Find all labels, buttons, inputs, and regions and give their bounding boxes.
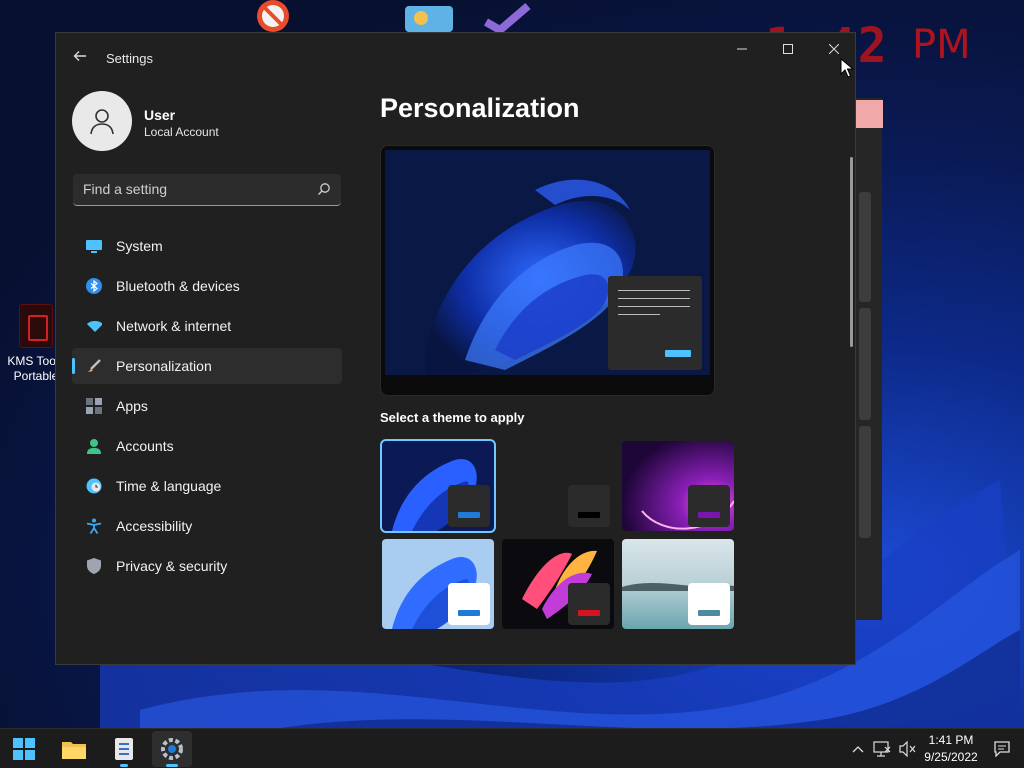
sidebar-item-apps[interactable]: Apps [72, 388, 342, 424]
globe-clock-icon [86, 478, 102, 494]
window-title: Settings [106, 51, 153, 66]
sidebar-item-personalization[interactable]: Personalization [72, 348, 342, 384]
notepad-button[interactable] [104, 731, 144, 767]
user-account-type: Local Account [144, 125, 219, 139]
background-window-panel [859, 192, 871, 302]
bluetooth-icon [86, 278, 102, 294]
search-icon[interactable] [317, 182, 331, 196]
search-input[interactable] [73, 174, 303, 204]
sidebar-item-accounts[interactable]: Accounts [72, 428, 342, 464]
sidebar-item-time-language[interactable]: Time & language [72, 468, 342, 504]
volume-muted-icon [899, 741, 916, 757]
brush-icon [86, 358, 102, 374]
chevron-up-icon [852, 746, 864, 753]
desktop-icon-blocked[interactable] [250, 0, 296, 32]
user-icon [90, 109, 114, 135]
sidebar-item-privacy[interactable]: Privacy & security [72, 548, 342, 584]
tray-overflow-button[interactable] [850, 739, 866, 759]
theme-preview [380, 145, 715, 396]
desktop-icon-app[interactable] [405, 0, 453, 32]
accessibility-icon [86, 518, 102, 534]
sidebar-item-label: System [116, 238, 163, 254]
start-icon [13, 738, 35, 760]
avatar [72, 91, 132, 151]
taskbar-time: 1:41 PM [928, 733, 974, 747]
wifi-icon [86, 318, 102, 334]
maximize-icon [783, 44, 793, 54]
preview-dialog-button [665, 350, 691, 357]
volume-tray-button[interactable] [898, 739, 918, 759]
notepad-icon [115, 738, 133, 760]
start-button[interactable] [4, 731, 44, 767]
kms-tools-icon [19, 304, 53, 348]
apps-icon [86, 398, 102, 414]
network-icon [873, 741, 891, 757]
theme-section-heading: Select a theme to apply [380, 410, 525, 425]
sidebar-item-label: Network & internet [116, 318, 232, 334]
network-tray-button[interactable] [872, 739, 892, 759]
user-name: User [144, 107, 176, 123]
notification-icon [994, 741, 1010, 757]
background-window-panel [859, 426, 871, 538]
desktop-clock-pm: PM [912, 22, 971, 68]
sidebar-item-label: Privacy & security [116, 558, 228, 574]
settings-icon [161, 738, 183, 760]
minimize-button[interactable] [719, 33, 765, 65]
background-window-panel [859, 308, 871, 420]
sidebar-nav: System Bluetooth & devices Network & int… [72, 228, 342, 588]
sidebar-item-label: Accessibility [116, 518, 193, 534]
sidebar-item-label: Accounts [116, 438, 174, 454]
mouse-cursor-icon [840, 58, 854, 78]
theme-card-windows-light-dark[interactable] [502, 441, 614, 531]
title-bar[interactable]: Settings [56, 33, 855, 83]
taskbar-clock[interactable]: 1:41 PM 9/25/2022 [920, 732, 982, 766]
theme-card-captured-motion[interactable] [502, 539, 614, 629]
preview-wallpaper [385, 150, 710, 375]
file-explorer-button[interactable] [54, 731, 94, 767]
theme-card-windows-dark[interactable] [380, 439, 496, 533]
back-arrow-icon [73, 51, 86, 61]
theme-accent-chip [448, 583, 490, 625]
sidebar-item-accessibility[interactable]: Accessibility [72, 508, 342, 544]
back-button[interactable] [70, 49, 90, 69]
desktop-icon-check[interactable] [480, 0, 532, 35]
file-explorer-icon [62, 742, 86, 759]
monitor-icon [86, 238, 102, 254]
sidebar-item-network[interactable]: Network & internet [72, 308, 342, 344]
search-box[interactable] [73, 174, 341, 206]
theme-card-sunrise[interactable] [622, 539, 734, 629]
minimize-icon [737, 48, 747, 50]
sidebar-item-label: Personalization [116, 358, 212, 374]
theme-card-glow[interactable] [622, 441, 734, 531]
theme-card-windows-light[interactable] [382, 539, 494, 629]
sidebar-item-system[interactable]: System [72, 228, 342, 264]
theme-accent-chip [688, 485, 730, 527]
sidebar-item-bluetooth[interactable]: Bluetooth & devices [72, 268, 342, 304]
settings-taskbar-button[interactable] [152, 731, 192, 767]
person-icon [86, 438, 102, 454]
taskbar-date: 9/25/2022 [924, 750, 978, 764]
notification-button[interactable] [992, 739, 1012, 759]
close-icon [829, 44, 839, 54]
maximize-button[interactable] [765, 33, 811, 65]
sidebar-item-label: Bluetooth & devices [116, 278, 240, 294]
content-scrollbar[interactable] [850, 157, 853, 347]
theme-accent-chip [448, 485, 490, 527]
theme-accent-chip [568, 485, 610, 527]
page-title: Personalization [380, 93, 580, 123]
shield-icon [86, 558, 102, 574]
preview-dialog [608, 276, 702, 370]
sidebar-item-label: Time & language [116, 478, 222, 494]
taskbar: 1:41 PM 9/25/2022 [0, 728, 1024, 768]
sidebar-item-label: Apps [116, 398, 148, 414]
settings-window: Settings User Local Account System Bluet… [55, 32, 856, 665]
theme-accent-chip [688, 583, 730, 625]
theme-accent-chip [568, 583, 610, 625]
